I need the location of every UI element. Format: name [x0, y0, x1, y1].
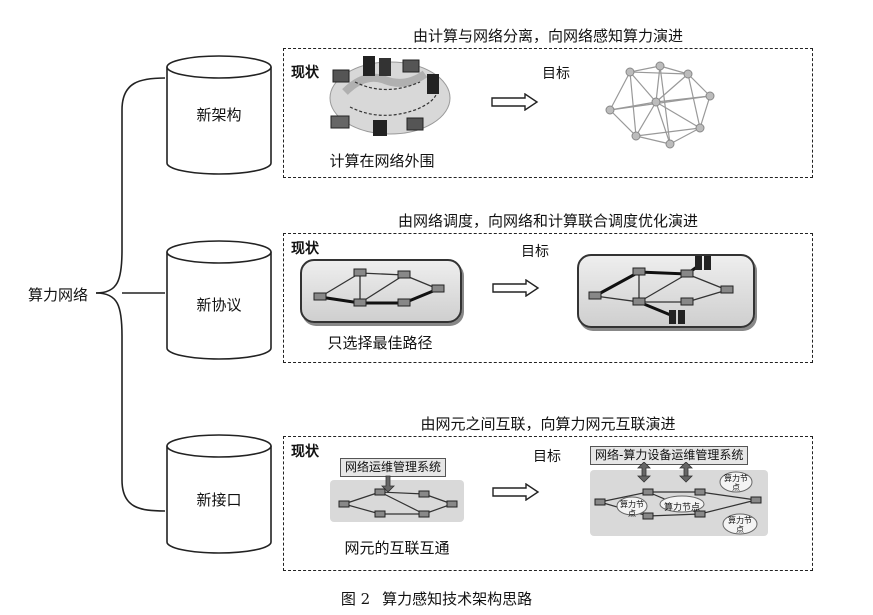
- network-interconnect-current-illustration: [338, 475, 458, 518]
- current-label: 现状: [291, 65, 319, 81]
- compute-node-label: 算力节点: [620, 500, 644, 518]
- current-caption: 只选择最佳路径: [327, 334, 433, 352]
- arrow-right-icon: [492, 483, 540, 501]
- cylinder-label-interface: 新接口: [196, 491, 242, 509]
- mesh-network-target-illustration: [605, 61, 715, 149]
- current-caption: 网元的互联互通: [344, 539, 450, 557]
- router-compute-network-target-illustration: [588, 256, 734, 324]
- current-caption: 计算在网络外围: [329, 152, 435, 170]
- arrow-right-icon: [491, 93, 539, 111]
- router-network-current-illustration: [313, 268, 445, 307]
- section-title-protocol: 由网络调度，向网络和计算联合调度优化演进: [397, 212, 698, 230]
- cylinder-label-protocol: 新协议: [196, 296, 242, 314]
- section-title-interface: 由网元之间互联，向算力网元互联演进: [420, 415, 676, 433]
- current-label: 现状: [291, 444, 319, 460]
- current-label: 现状: [291, 241, 319, 257]
- figure-number: 图 2: [340, 590, 371, 608]
- root-label: 算力网络: [28, 286, 89, 304]
- section-title-architecture: 由计算与网络分离，向网络感知算力演进: [412, 27, 683, 45]
- figure-caption: 图 2 算力感知技术架构思路: [0, 588, 873, 609]
- figure-caption-text: 算力感知技术架构思路: [382, 590, 533, 608]
- compute-node-label: 算力节点: [664, 503, 701, 513]
- compute-node-label: 算力节点: [728, 516, 752, 534]
- cloud-computing-periphery-illustration: [329, 56, 451, 136]
- goal-label: 目标: [533, 449, 561, 465]
- cylinder-label-architecture: 新架构: [196, 106, 242, 124]
- goal-label: 目标: [521, 244, 549, 260]
- goal-label: 目标: [542, 66, 570, 82]
- arrow-right-icon: [492, 279, 540, 297]
- compute-node-label: 算力节点: [724, 474, 748, 492]
